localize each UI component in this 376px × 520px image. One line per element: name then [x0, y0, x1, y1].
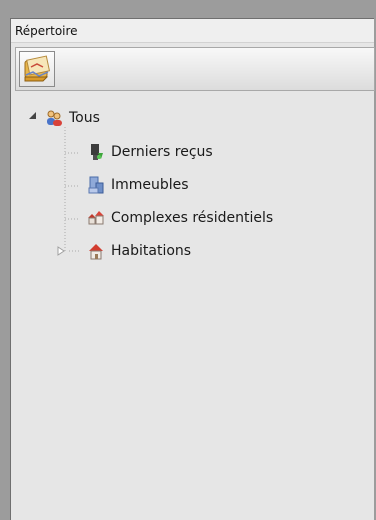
house-icon: [89, 244, 103, 260]
toolbar: [15, 47, 375, 91]
tree-node-label: Tous: [69, 110, 100, 126]
directory-tree: Tous Derniers reçus Immeubles Complexes …: [11, 99, 374, 299]
panel-title: Répertoire: [11, 19, 374, 43]
tree-node-label: Derniers reçus: [111, 144, 213, 160]
houses-icon: [88, 211, 104, 225]
tree-guides: [64, 127, 79, 252]
map-folder-icon: [24, 55, 51, 82]
tree-node-label: Habitations: [111, 243, 192, 259]
expand-tous-toggle[interactable]: [28, 111, 38, 121]
map-folder-button[interactable]: [19, 51, 55, 87]
directory-panel: Répertoire Tous Derniers reçus Immeubles…: [10, 18, 375, 520]
tree-node-label: Complexes résidentiels: [111, 210, 274, 226]
users-icon: [47, 110, 62, 126]
expand-habitations-toggle[interactable]: [57, 246, 65, 256]
plant-pot-icon: [91, 144, 103, 160]
tree-node-label: Immeubles: [111, 177, 189, 193]
buildings-icon: [88, 176, 104, 194]
